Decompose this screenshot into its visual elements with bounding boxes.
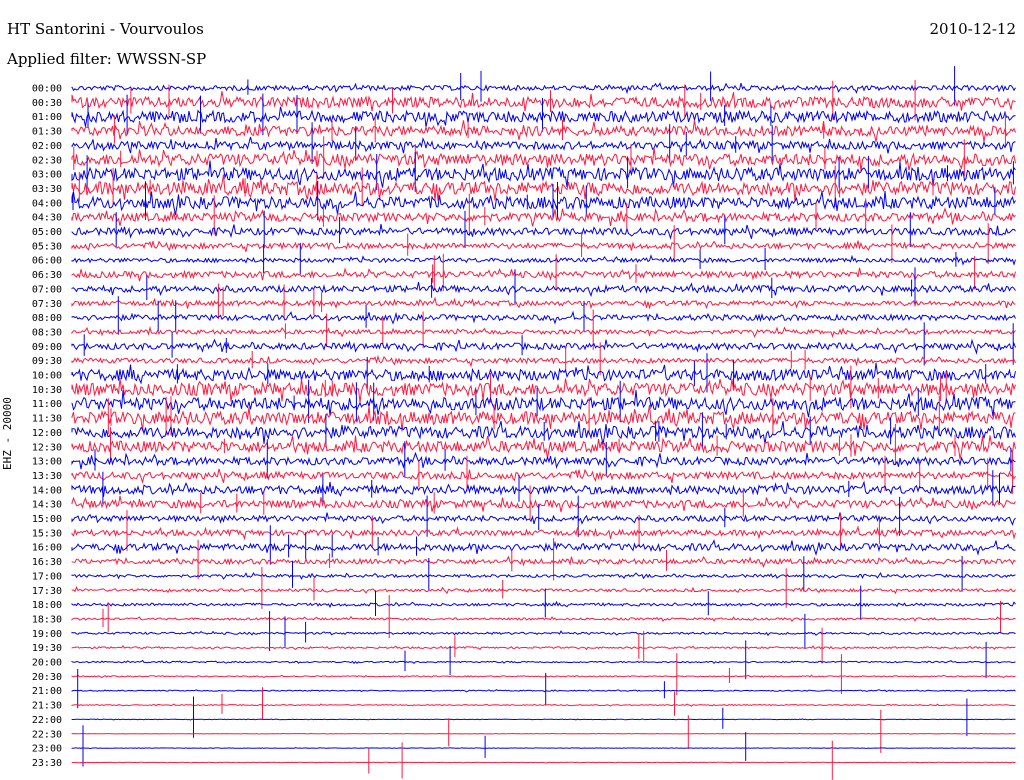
time-label: 02:30 bbox=[32, 155, 62, 166]
time-label: 14:00 bbox=[32, 485, 62, 496]
trace-line bbox=[71, 512, 1016, 526]
time-label: 13:00 bbox=[32, 457, 62, 468]
time-label: 14:30 bbox=[32, 500, 62, 511]
time-label: 20:30 bbox=[32, 672, 62, 683]
trace-line bbox=[71, 136, 1016, 154]
trace-line bbox=[71, 106, 1016, 128]
time-label: 19:30 bbox=[32, 643, 62, 654]
trace-line bbox=[71, 600, 1016, 609]
time-label: 01:00 bbox=[32, 112, 62, 123]
trace-line bbox=[71, 325, 1016, 338]
trace-line bbox=[71, 572, 1016, 580]
time-label: 06:30 bbox=[32, 270, 62, 281]
trace-line bbox=[71, 747, 1016, 750]
trace-line bbox=[71, 338, 1016, 355]
time-label: 12:00 bbox=[32, 428, 62, 439]
trace-line bbox=[71, 539, 1016, 556]
trace-line bbox=[71, 480, 1016, 497]
trace-line bbox=[71, 718, 1016, 721]
time-label: 05:30 bbox=[32, 241, 62, 252]
seismogram-plot: 00:00 00:30 01:00 01:30 02:00 02:30 03:00 03:30… bbox=[32, 66, 1016, 780]
trace-line bbox=[71, 91, 1016, 112]
trace-line bbox=[71, 362, 1016, 385]
time-label: 10:30 bbox=[32, 385, 62, 396]
trace-line bbox=[71, 82, 1016, 95]
trace-line bbox=[71, 190, 1016, 215]
time-label: 23:00 bbox=[32, 744, 62, 755]
time-label: 19:00 bbox=[32, 629, 62, 640]
trace-line bbox=[71, 674, 1016, 679]
time-label: 04:30 bbox=[32, 213, 62, 224]
trace-line bbox=[71, 630, 1016, 637]
time-label: 20:00 bbox=[32, 658, 62, 669]
time-label: 16:30 bbox=[32, 557, 62, 568]
trace-line bbox=[71, 147, 1016, 172]
time-labels: 00:00 00:30 01:00 01:30 02:00 02:30 03:00 03:30… bbox=[32, 84, 62, 769]
time-label: 05:00 bbox=[32, 227, 62, 238]
trace-line bbox=[71, 644, 1016, 651]
time-label: 07:30 bbox=[32, 299, 62, 310]
trace-line bbox=[71, 377, 1016, 403]
time-label: 15:30 bbox=[32, 528, 62, 539]
time-label: 01:30 bbox=[32, 127, 62, 138]
trace-line bbox=[71, 451, 1016, 470]
time-label: 02:00 bbox=[32, 141, 62, 152]
time-label: 11:00 bbox=[32, 399, 62, 410]
time-label: 16:00 bbox=[32, 543, 62, 554]
time-label: 06:00 bbox=[32, 256, 62, 267]
trace-line bbox=[71, 224, 1016, 240]
time-label: 08:30 bbox=[32, 327, 62, 338]
trace-line bbox=[71, 354, 1016, 368]
time-label: 13:30 bbox=[32, 471, 62, 482]
time-label: 12:30 bbox=[32, 442, 62, 453]
trace-line bbox=[71, 240, 1016, 252]
time-label: 18:00 bbox=[32, 600, 62, 611]
time-label: 23:30 bbox=[32, 758, 62, 769]
trace-line bbox=[71, 160, 1016, 188]
trace-line bbox=[71, 555, 1016, 568]
time-label: 18:30 bbox=[32, 614, 62, 625]
trace-line bbox=[71, 703, 1016, 707]
time-label: 21:30 bbox=[32, 701, 62, 712]
time-label: 07:00 bbox=[32, 284, 62, 295]
trace-line bbox=[71, 732, 1016, 735]
trace-line bbox=[71, 586, 1016, 595]
time-label: 11:30 bbox=[32, 414, 62, 425]
time-label: 10:00 bbox=[32, 371, 62, 382]
trace-line bbox=[71, 310, 1016, 325]
trace-line bbox=[71, 207, 1016, 227]
time-label: 22:00 bbox=[32, 715, 62, 726]
time-label: 00:30 bbox=[32, 98, 62, 109]
trace-line bbox=[71, 267, 1016, 282]
trace-line bbox=[71, 468, 1016, 484]
time-label: 09:30 bbox=[32, 356, 62, 367]
trace-line bbox=[71, 761, 1016, 764]
time-label: 17:30 bbox=[32, 586, 62, 597]
trace-group bbox=[71, 66, 1016, 780]
trace-line bbox=[71, 281, 1016, 298]
time-label: 21:00 bbox=[32, 686, 62, 697]
trace-line bbox=[71, 120, 1016, 142]
time-label: 00:00 bbox=[32, 84, 62, 95]
trace-line bbox=[71, 659, 1016, 665]
trace-line bbox=[71, 525, 1016, 541]
trace-line bbox=[71, 296, 1016, 310]
trace-line bbox=[71, 615, 1016, 622]
time-label: 03:00 bbox=[32, 170, 62, 181]
trace-line bbox=[71, 495, 1016, 513]
time-label: 22:30 bbox=[32, 729, 62, 740]
filter-label: Applied filter: WWSSN-SP bbox=[7, 50, 207, 68]
time-label: 15:00 bbox=[32, 514, 62, 525]
time-label: 09:00 bbox=[32, 342, 62, 353]
trace-line bbox=[71, 254, 1016, 266]
time-label: 17:00 bbox=[32, 571, 62, 582]
trace-line bbox=[71, 689, 1016, 693]
time-label: 03:30 bbox=[32, 184, 62, 195]
time-label: 04:00 bbox=[32, 198, 62, 209]
time-label: 08:00 bbox=[32, 313, 62, 324]
